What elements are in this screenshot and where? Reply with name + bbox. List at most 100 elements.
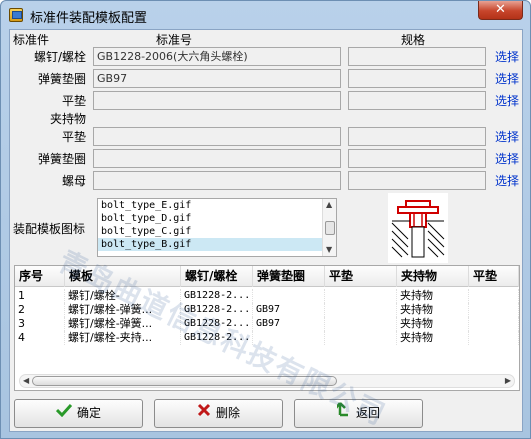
select-spring-washer-bottom-link[interactable]: 选择 <box>495 150 519 167</box>
label-spring-washer: 弹簧垫圈 <box>37 72 86 86</box>
bolt-assembly-preview-icon <box>391 200 445 258</box>
table-row[interactable]: 1 螺钉/螺栓- GB1228-2... 夹持物 <box>15 289 519 303</box>
label-flat-washer-bottom: 平垫 <box>61 130 86 144</box>
label-bolt: 螺钉/螺栓 <box>33 50 86 64</box>
delete-button[interactable]: 删除 <box>154 399 283 428</box>
cell-bolt: GB1228-2... <box>181 303 253 317</box>
bolt-spec-field[interactable] <box>348 47 486 66</box>
cell-index: 4 <box>15 331 65 345</box>
cell-bolt: GB1228-2... <box>181 331 253 345</box>
template-preview-image <box>388 193 448 263</box>
cell-bolt: GB1228-2... <box>181 317 253 331</box>
header-spec: 规格 <box>401 33 426 47</box>
cell-clamped-part: 夹持物 <box>397 331 469 345</box>
scroll-up-icon[interactable]: ▲ <box>326 200 332 209</box>
column-header-bolt[interactable]: 螺钉/螺栓 <box>181 266 253 287</box>
select-spring-washer-link[interactable]: 选择 <box>495 70 519 87</box>
header-standard-part: 标准件 <box>13 33 50 47</box>
cell-spring-washer: GB97 <box>253 317 325 331</box>
flat-washer-top-spec-field[interactable] <box>348 91 486 110</box>
spring-washer-bottom-spec-field[interactable] <box>348 149 486 168</box>
label-spring-washer-bottom: 弹簧垫圈 <box>37 152 86 166</box>
flat-washer-bottom-standard-field[interactable] <box>93 127 341 146</box>
return-arrow-icon <box>335 400 351 427</box>
cell-flat-washer <box>325 331 397 345</box>
cell-spring-washer <box>253 331 325 345</box>
table-header: 序号 模板 螺钉/螺栓 弹簧垫圈 平垫 夹持物 平垫 <box>15 266 519 287</box>
cell-template: 螺钉/螺栓-夹持... <box>65 331 181 345</box>
cell-clamped-part: 夹持物 <box>397 289 469 303</box>
select-bolt-link[interactable]: 选择 <box>495 48 519 65</box>
template-icon-option[interactable]: bolt_type_C.gif <box>98 225 336 238</box>
cell-flat-washer-2 <box>469 317 519 331</box>
spring-washer-spec-field[interactable] <box>348 69 486 88</box>
back-button-label: 返回 <box>355 406 380 420</box>
spring-washer-bottom-standard-field[interactable] <box>93 149 341 168</box>
cell-template: 螺钉/螺栓- <box>65 289 181 303</box>
column-header-flat-washer[interactable]: 平垫 <box>325 266 397 287</box>
spring-washer-standard-field[interactable]: GB97 <box>93 69 341 88</box>
cell-clamped-part: 夹持物 <box>397 303 469 317</box>
title-bar[interactable]: 标准件装配模板配置 ✕ <box>1 1 530 29</box>
dialog-window: 标准件装配模板配置 ✕ 标准件 标准号 规格 螺钉/螺栓 GB1228-2006… <box>0 0 531 439</box>
select-flat-washer-bottom-link[interactable]: 选择 <box>495 128 519 145</box>
scroll-down-icon[interactable]: ▼ <box>326 245 332 254</box>
delete-button-label: 删除 <box>215 406 240 420</box>
column-header-template[interactable]: 模板 <box>65 266 181 287</box>
close-button[interactable]: ✕ <box>478 1 523 20</box>
template-table[interactable]: 序号 模板 螺钉/螺栓 弹簧垫圈 平垫 夹持物 平垫 1 螺钉/螺栓- GB12… <box>14 265 520 391</box>
cell-flat-washer <box>325 317 397 331</box>
cell-flat-washer-2 <box>469 331 519 345</box>
table-row[interactable]: 4 螺钉/螺栓-夹持... GB1228-2... 夹持物 <box>15 331 519 345</box>
column-header-flat-washer-2[interactable]: 平垫 <box>469 266 519 287</box>
cell-flat-washer <box>325 303 397 317</box>
nut-standard-field[interactable] <box>93 171 341 190</box>
cell-flat-washer <box>325 289 397 303</box>
bolt-standard-field[interactable]: GB1228-2006(大六角头螺栓) <box>93 47 341 66</box>
cell-flat-washer-2 <box>469 289 519 303</box>
select-flat-washer-top-link[interactable]: 选择 <box>495 92 519 109</box>
back-button[interactable]: 返回 <box>294 399 423 428</box>
cell-bolt: GB1228-2... <box>181 289 253 303</box>
cell-index: 3 <box>15 317 65 331</box>
cell-template: 螺钉/螺栓-弹簧... <box>65 303 181 317</box>
label-nut: 螺母 <box>61 174 86 188</box>
label-clamped-part: 夹持物 <box>49 112 86 126</box>
cell-clamped-part: 夹持物 <box>397 317 469 331</box>
flat-washer-bottom-spec-field[interactable] <box>348 127 486 146</box>
confirm-button-label: 确定 <box>76 406 101 420</box>
cross-icon <box>197 400 211 427</box>
template-icon-label: 装配模板图标 <box>13 222 86 236</box>
table-row[interactable]: 3 螺钉/螺栓-弹簧... GB1228-2... GB97 夹持物 <box>15 317 519 331</box>
checkmark-icon <box>55 400 73 427</box>
column-header-spring-washer[interactable]: 弹簧垫圈 <box>253 266 325 287</box>
dialog-body: 标准件 标准号 规格 螺钉/螺栓 GB1228-2006(大六角头螺栓) 选择 … <box>9 29 523 432</box>
cell-spring-washer: GB97 <box>253 303 325 317</box>
scroll-right-icon[interactable]: ▶ <box>505 376 511 385</box>
scroll-left-icon[interactable]: ◀ <box>23 376 29 385</box>
nut-spec-field[interactable] <box>348 171 486 190</box>
template-icon-option-selected[interactable]: bolt_type_B.gif <box>98 238 336 251</box>
label-flat-washer-top: 平垫 <box>61 94 86 108</box>
header-standard-no: 标准号 <box>156 33 193 47</box>
template-icon-option[interactable]: bolt_type_D.gif <box>98 212 336 225</box>
table-scroll-thumb[interactable] <box>32 376 337 386</box>
listbox-scroll-thumb[interactable] <box>325 221 335 235</box>
column-header-index[interactable]: 序号 <box>15 266 65 287</box>
select-nut-link[interactable]: 选择 <box>495 172 519 189</box>
column-header-clamped-part[interactable]: 夹持物 <box>397 266 469 287</box>
template-icon-listbox[interactable]: bolt_type_E.gif bolt_type_D.gif bolt_typ… <box>97 198 337 257</box>
app-window-icon <box>9 8 23 22</box>
cell-index: 2 <box>15 303 65 317</box>
cell-spring-washer <box>253 289 325 303</box>
table-horizontal-scrollbar[interactable]: ◀ ▶ <box>19 374 515 388</box>
window-title: 标准件装配模板配置 <box>30 11 148 26</box>
cell-index: 1 <box>15 289 65 303</box>
flat-washer-top-standard-field[interactable] <box>93 91 341 110</box>
table-row[interactable]: 2 螺钉/螺栓-弹簧... GB1228-2... GB97 夹持物 <box>15 303 519 317</box>
confirm-button[interactable]: 确定 <box>14 399 143 428</box>
template-icon-option[interactable]: bolt_type_E.gif <box>98 199 336 212</box>
listbox-scrollbar[interactable]: ▲ ▼ <box>322 199 336 256</box>
cell-flat-washer-2 <box>469 303 519 317</box>
cell-template: 螺钉/螺栓-弹簧... <box>65 317 181 331</box>
